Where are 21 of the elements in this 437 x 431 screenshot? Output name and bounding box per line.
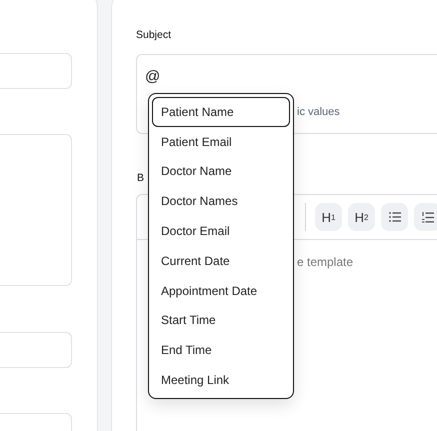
editor-placeholder: e template [297, 255, 354, 269]
menu-item[interactable]: Doctor Email [152, 216, 290, 246]
menu-item[interactable]: Doctor Names [152, 186, 290, 216]
menu-item[interactable]: Meeting Link [152, 365, 290, 395]
field-hint: ic values [297, 105, 340, 119]
input-field[interactable] [0, 53, 72, 89]
menu-item[interactable]: Start Time [152, 306, 290, 336]
bullet-list-button[interactable] [381, 203, 408, 231]
bullet-list-icon [388, 212, 400, 222]
text-area[interactable] [0, 134, 72, 286]
menu-item[interactable]: End Time [152, 335, 290, 366]
input-field[interactable] [0, 332, 72, 368]
menu-item[interactable]: Current Date [152, 246, 290, 276]
menu-item[interactable]: Appointment Date [152, 276, 290, 306]
field-label: B [137, 171, 144, 186]
subject-value: @ [145, 67, 160, 87]
numbered-list-button[interactable] [414, 203, 437, 231]
menu-item[interactable]: Doctor Name [152, 156, 290, 186]
menu-item[interactable]: Patient Name [152, 97, 290, 127]
numbered-list-icon [422, 212, 434, 222]
field-label: Subject [136, 28, 172, 43]
